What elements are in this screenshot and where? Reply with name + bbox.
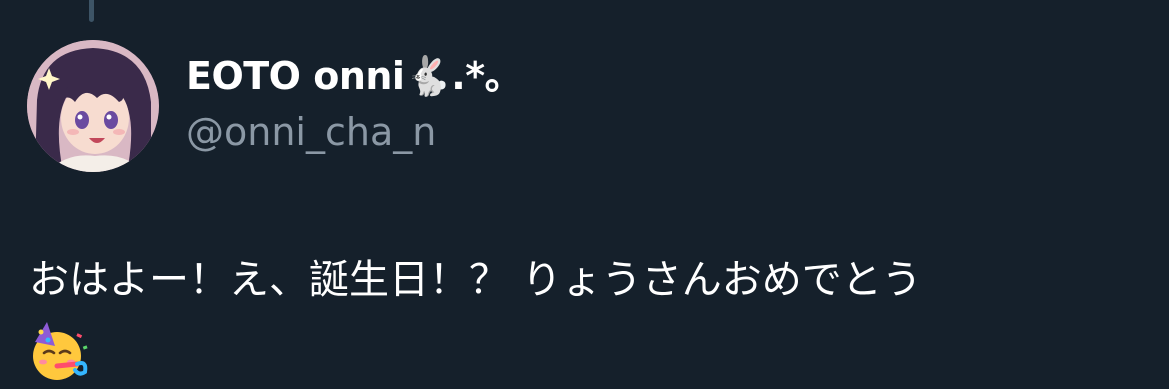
avatar-image — [27, 40, 159, 172]
display-name[interactable]: EOTO onni🐇.*。 — [186, 52, 523, 100]
partying-face-icon — [29, 320, 91, 382]
thread-connector-line — [89, 0, 94, 22]
user-handle[interactable]: @onni_cha_n — [186, 108, 436, 156]
avatar[interactable] — [27, 40, 159, 172]
tweet-text: おはよー！え、誕生日！？ りょうさんおめでとう — [29, 257, 922, 303]
tweet-card: EOTO onni🐇.*。 @onni_cha_n おはよー！え、誕生日！？ り… — [0, 0, 1169, 389]
